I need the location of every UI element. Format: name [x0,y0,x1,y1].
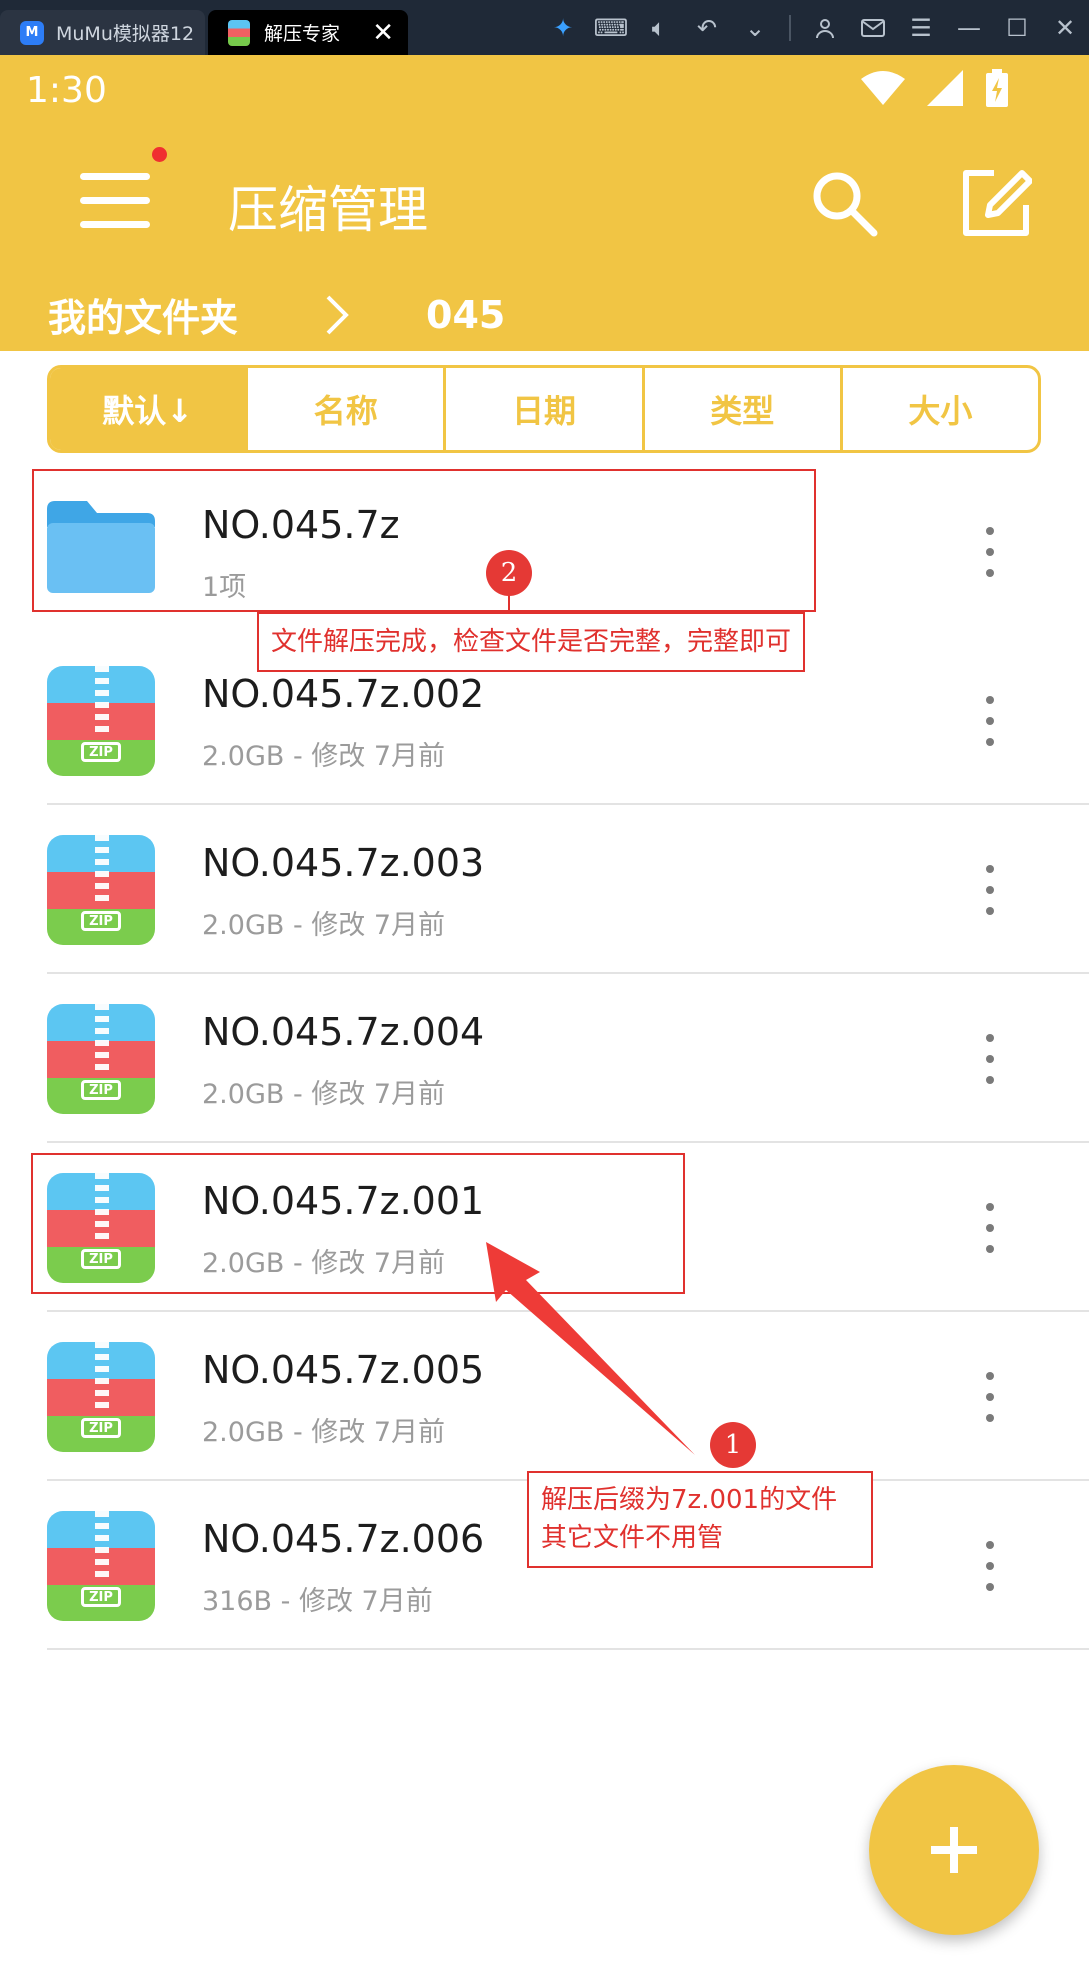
tab-mumu[interactable]: M MuMu模拟器12 [0,10,205,55]
status-time: 1:30 [26,70,107,111]
more-options-icon[interactable] [978,527,1002,577]
annotation-highlight-box [32,469,816,612]
volume-icon[interactable]: 🔈︎ [635,0,683,55]
search-icon[interactable] [808,167,880,239]
signal-icon [927,70,963,106]
edit-icon[interactable] [960,167,1032,239]
page-title: 压缩管理 [228,181,428,239]
file-meta: 316B - 修改 7月前 [202,1586,433,1617]
breadcrumb: 我的文件夹 045 [48,287,505,342]
plus-icon [931,1827,977,1873]
annotation-note-1: 解压后缀为7z.001的文件 其它文件不用管 [527,1471,873,1568]
chevron-down-icon[interactable]: ⌄ [731,0,779,55]
tab-jieya[interactable]: 解压专家 ✕ [208,10,408,55]
more-options-icon[interactable] [978,865,1002,915]
annotation-note-2: 文件解压完成，检查文件是否完整，完整即可 [257,612,806,672]
zip-icon: ZIP [47,1511,155,1621]
file-meta: 2.0GB - 修改 7月前 [202,1417,446,1448]
tab-sort-size[interactable]: 大小 [839,368,1038,450]
breadcrumb-root[interactable]: 我的文件夹 [48,287,238,342]
more-options-icon[interactable] [978,1034,1002,1084]
file-name: NO.045.7z.002 [202,672,485,716]
chevron-right-icon [326,295,349,334]
menu-icon[interactable]: ☰ [897,0,945,55]
more-options-icon[interactable] [978,1541,1002,1591]
file-meta: 2.0GB - 修改 7月前 [202,1079,446,1110]
list-item[interactable]: ZIP NO.045.7z.003 2.0GB - 修改 7月前 [0,805,1089,974]
annotation-line: 其它文件不用管 [541,1523,724,1553]
more-options-icon[interactable] [978,1203,1002,1253]
divider [789,14,791,41]
add-button[interactable] [869,1765,1039,1935]
sort-tabs: 默认↓ 名称 日期 类型 大小 [47,365,1041,453]
mail-icon[interactable] [849,0,897,55]
file-name: NO.045.7z.006 [202,1517,485,1561]
undo-icon[interactable]: ↶ [683,0,731,55]
emulator-title-bar: M MuMu模拟器12 解压专家 ✕ ✦ ⌨ 🔈︎ ↶ ⌄ ☰ — ☐ ✕ [0,0,1089,55]
more-options-icon[interactable] [978,696,1002,746]
keyboard-icon[interactable]: ⌨ [587,0,635,55]
close-tab-icon[interactable]: ✕ [372,18,394,48]
zip-icon: ZIP [47,1342,155,1452]
maximize-icon[interactable]: ☐ [993,0,1041,55]
file-meta: 2.0GB - 修改 7月前 [202,910,446,941]
file-name: NO.045.7z.005 [202,1348,485,1392]
emulator-screen: M MuMu模拟器12 解压专家 ✕ ✦ ⌨ 🔈︎ ↶ ⌄ ☰ — ☐ ✕ 1:… [0,0,1089,1984]
zip-icon: ZIP [47,835,155,945]
tab-sort-date[interactable]: 日期 [443,368,641,450]
annotation-line: 解压后缀为7z.001的文件 [541,1485,838,1515]
annotation-arrow [486,1242,695,1455]
breadcrumb-current[interactable]: 045 [426,293,505,337]
status-icons [861,69,1009,107]
assistant-icon[interactable]: ✦ [539,0,587,55]
app-header: 1:30 压缩管理 我的文件夹 045 [0,55,1089,351]
tab-label: MuMu模拟器12 [56,23,195,45]
annotation-number-1: 1 [710,1422,756,1468]
more-options-icon[interactable] [978,1372,1002,1422]
battery-icon [986,69,1008,107]
wifi-icon [861,71,905,105]
list-item[interactable]: ZIP NO.045.7z.004 2.0GB - 修改 7月前 [0,974,1089,1143]
divider [47,1648,1089,1650]
file-name: NO.045.7z.003 [202,841,485,885]
zip-icon: ZIP [47,1004,155,1114]
tab-sort-name[interactable]: 名称 [245,368,443,450]
file-name: NO.045.7z.004 [202,1010,485,1054]
jieya-app-icon [228,19,250,46]
close-window-icon[interactable]: ✕ [1041,0,1089,55]
zip-icon: ZIP [47,666,155,776]
minimize-icon[interactable]: — [945,0,993,55]
tab-sort-type[interactable]: 类型 [641,368,840,450]
annotation-number-2: 2 [486,550,532,596]
tab-label: 解压专家 [264,23,341,45]
window-controls: ✦ ⌨ 🔈︎ ↶ ⌄ ☰ — ☐ ✕ [539,0,1089,55]
tab-sort-default[interactable]: 默认↓ [50,368,246,450]
file-meta: 2.0GB - 修改 7月前 [202,741,446,772]
notification-dot [152,147,167,162]
user-icon[interactable] [801,0,849,55]
hamburger-menu-button[interactable] [80,173,152,233]
mumu-logo-icon: M [20,20,44,45]
